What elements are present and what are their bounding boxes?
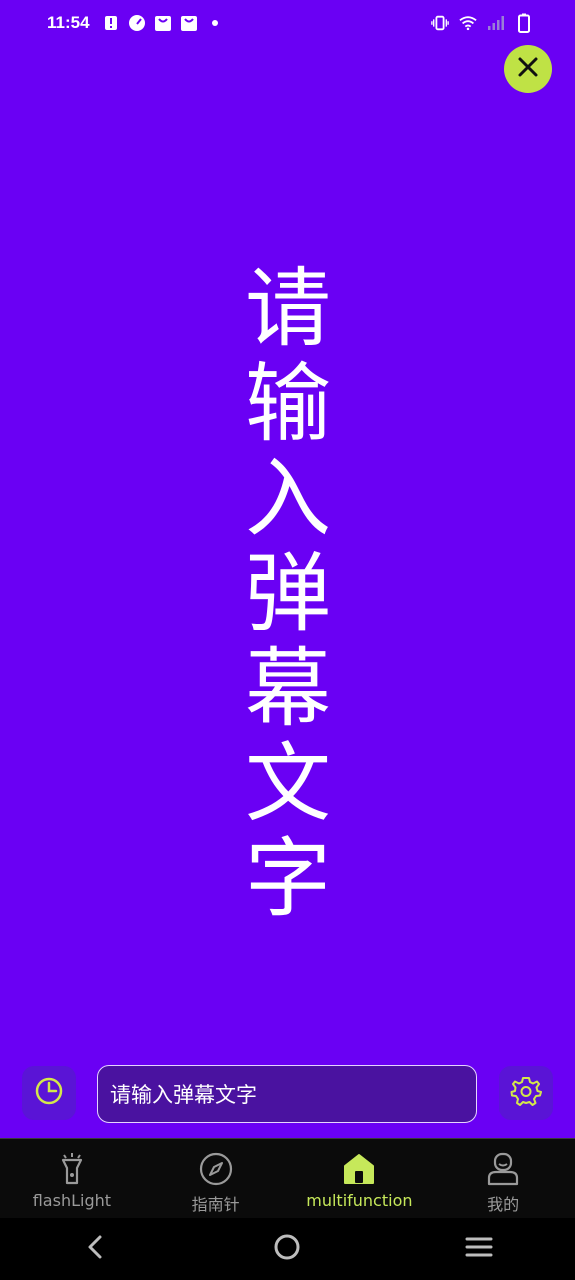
menu-icon bbox=[465, 1236, 493, 1262]
back-button[interactable] bbox=[66, 1219, 126, 1279]
tab-flashlight[interactable]: flashLight bbox=[0, 1139, 144, 1219]
signal-icon bbox=[487, 14, 505, 32]
bottom-tab-bar: flashLight 指南针 multifunction 我的 bbox=[0, 1138, 575, 1219]
close-icon bbox=[517, 56, 539, 82]
home-icon bbox=[341, 1151, 377, 1187]
status-icons-right bbox=[431, 12, 533, 34]
tab-compass[interactable]: 指南针 bbox=[144, 1139, 288, 1219]
danmu-char: 字 bbox=[245, 829, 331, 929]
tab-label: 我的 bbox=[487, 1195, 520, 1214]
dot-icon bbox=[206, 14, 224, 32]
battery-icon bbox=[515, 13, 533, 33]
timer-button[interactable] bbox=[22, 1066, 76, 1120]
home-circle-icon bbox=[273, 1233, 301, 1265]
vibrate-icon bbox=[431, 14, 449, 32]
bag-icon bbox=[180, 14, 198, 32]
timer-icon bbox=[34, 1076, 64, 1110]
status-icons-left bbox=[102, 12, 224, 34]
danmu-text-input[interactable]: 请输入弹幕文字 bbox=[97, 1065, 477, 1123]
tab-label: flashLight bbox=[32, 1191, 112, 1210]
profile-icon bbox=[485, 1151, 521, 1187]
wifi-icon bbox=[459, 14, 477, 32]
recents-button[interactable] bbox=[449, 1219, 509, 1279]
tab-profile[interactable]: 我的 bbox=[431, 1139, 575, 1219]
close-button[interactable] bbox=[504, 45, 552, 93]
danmu-char: 弹 bbox=[245, 544, 331, 644]
settings-button[interactable] bbox=[499, 1066, 553, 1120]
compass-icon bbox=[198, 1151, 234, 1187]
danmu-char: 输 bbox=[245, 354, 331, 454]
danmu-char: 文 bbox=[245, 734, 331, 834]
status-time: 11:54 bbox=[47, 13, 90, 32]
speed-icon bbox=[128, 14, 146, 32]
tab-label: 指南针 bbox=[191, 1195, 240, 1214]
home-button[interactable] bbox=[257, 1219, 317, 1279]
status-bar: 11:54 bbox=[0, 0, 575, 48]
gear-icon bbox=[510, 1075, 542, 1111]
back-icon bbox=[86, 1234, 106, 1264]
tab-multifunction[interactable]: multifunction bbox=[288, 1139, 432, 1219]
danmu-char: 请 bbox=[245, 259, 331, 359]
danmu-display-text: 请 输 入 弹 幕 文 字 bbox=[238, 262, 338, 927]
alert-icon bbox=[102, 14, 120, 32]
danmu-char: 入 bbox=[245, 449, 331, 549]
flashlight-icon bbox=[54, 1151, 90, 1187]
system-nav-bar bbox=[0, 1218, 575, 1280]
bag-icon bbox=[154, 14, 172, 32]
danmu-char: 幕 bbox=[245, 639, 331, 739]
tab-label: multifunction bbox=[306, 1191, 413, 1210]
